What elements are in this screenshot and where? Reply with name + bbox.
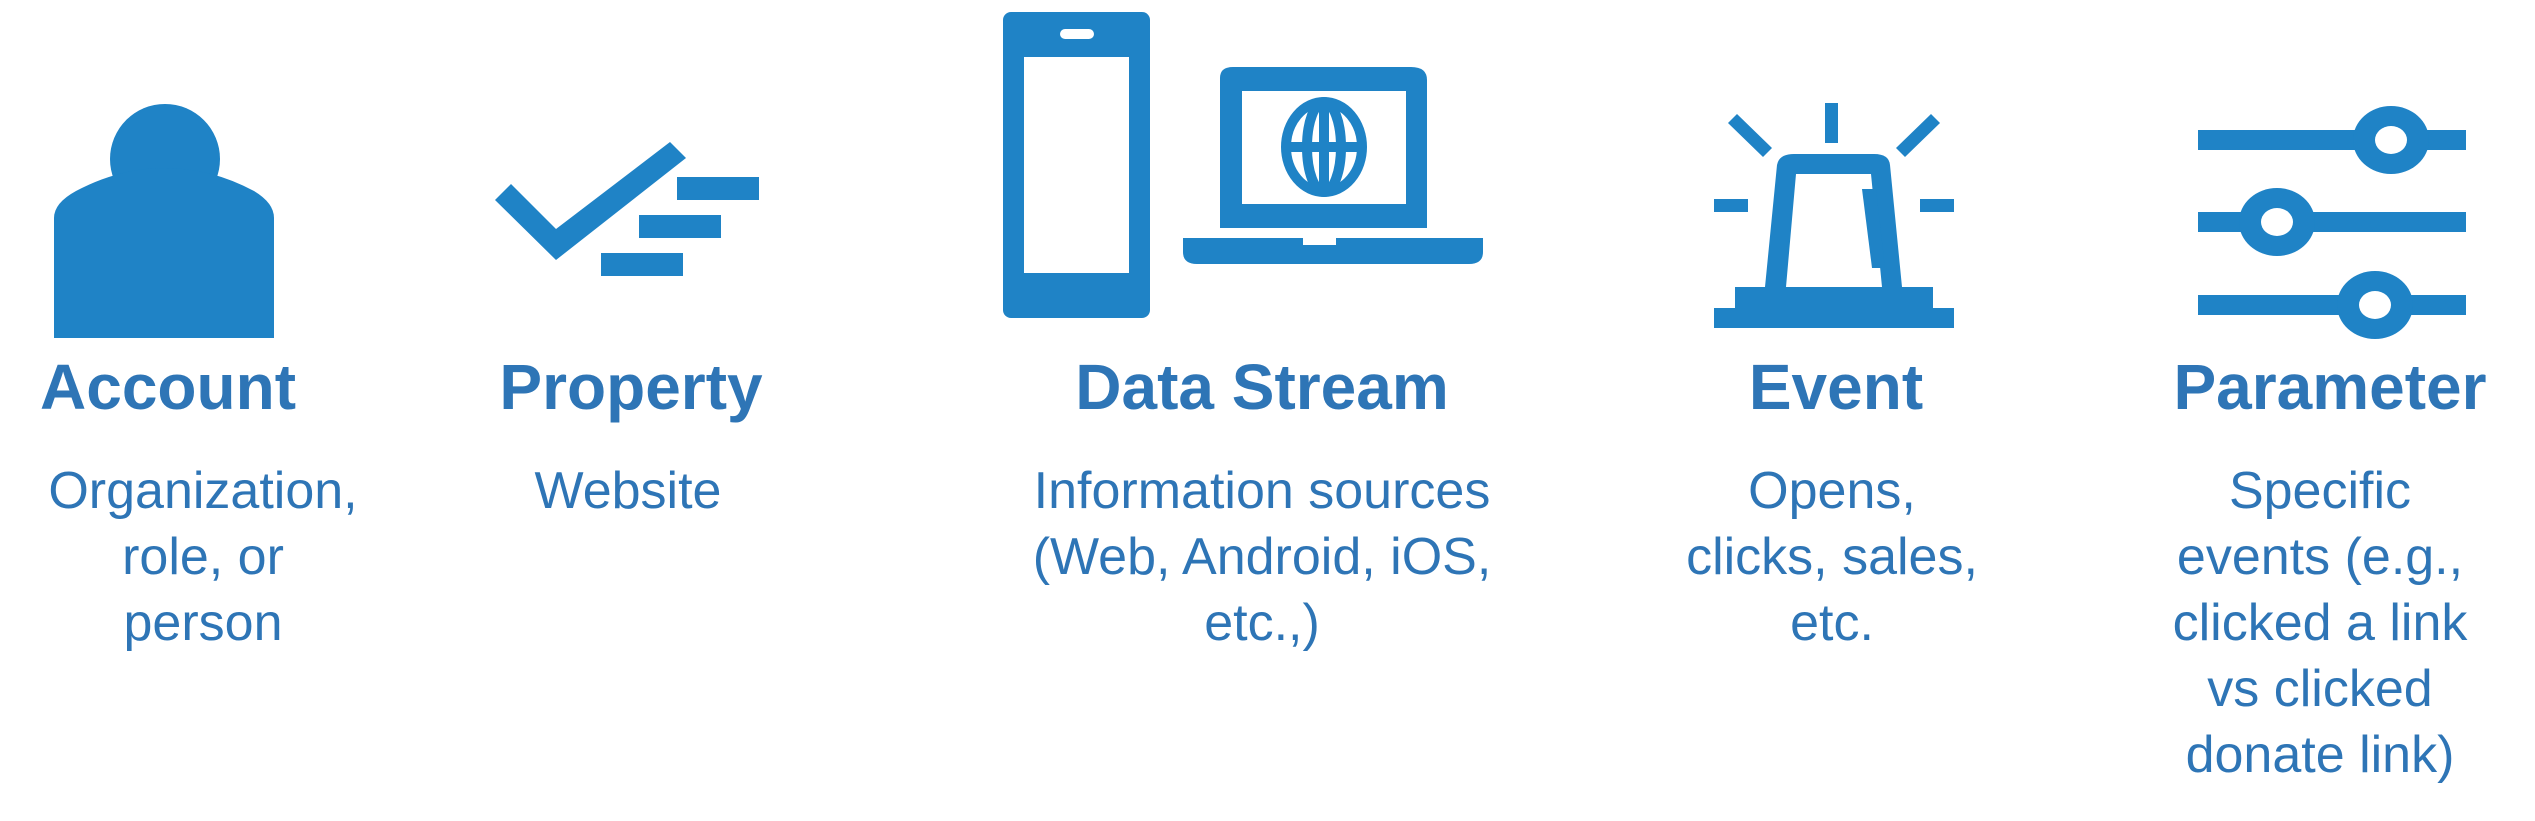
person-icon — [54, 103, 278, 338]
checklist-icon — [495, 142, 765, 282]
sliders-icon — [2198, 103, 2468, 339]
item-description: Opens, clicks, sales, etc. — [1686, 462, 1978, 652]
item-description: Specific events (e.g., clicked a link vs… — [2172, 462, 2468, 784]
item-description: Information sources (Web, Android, iOS, … — [1032, 462, 1492, 652]
item-title: Data Stream — [1075, 351, 1449, 423]
item-title: Property — [499, 351, 763, 423]
item-description: Organization, role, or person — [48, 462, 358, 652]
item-title: Event — [1748, 351, 1924, 423]
item-title: Parameter — [2173, 351, 2487, 423]
item-description: Website — [534, 462, 722, 520]
devices-icon — [1003, 12, 1543, 320]
item-title: Account — [40, 351, 296, 423]
siren-icon — [1714, 100, 1954, 340]
